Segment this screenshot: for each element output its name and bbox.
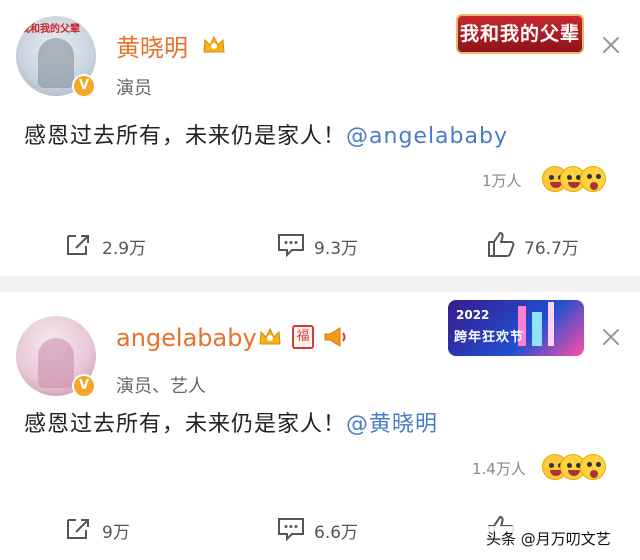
reaction-count[interactable]: 1.4万人 bbox=[472, 458, 526, 479]
thumbs-up-icon bbox=[488, 232, 515, 257]
verified-badge-icon: V bbox=[72, 374, 96, 398]
avatar-photo bbox=[38, 338, 74, 388]
username[interactable]: 黄晓明 bbox=[116, 28, 188, 63]
post-text: 感恩过去所有，未来仍是家人！@angelababy bbox=[24, 118, 508, 150]
avatar-photo bbox=[38, 38, 74, 88]
crown-icon bbox=[259, 327, 281, 345]
mention-link[interactable]: @angelababy bbox=[346, 124, 508, 149]
comment-icon bbox=[278, 234, 304, 258]
user-role: 演员、艺人 bbox=[116, 376, 206, 397]
share-count: 2.9万 bbox=[102, 239, 147, 259]
megaphone-icon bbox=[324, 327, 346, 347]
close-icon[interactable] bbox=[600, 34, 622, 56]
post-text: 感恩过去所有，未来仍是家人！@黄晓明 bbox=[24, 406, 438, 438]
comment-icon bbox=[278, 518, 304, 542]
banner-year: 2022 bbox=[456, 308, 490, 322]
action-bar: 2.9万 9.3万 76.7万 bbox=[0, 224, 640, 264]
weibo-post-2: V angelababy 福 演员、艺人 2022 跨年狂欢节 感恩过去所有，未… bbox=[0, 292, 640, 560]
fu-badge-icon: 福 bbox=[292, 325, 314, 349]
username[interactable]: angelababy bbox=[116, 324, 257, 352]
crown-icon bbox=[203, 35, 225, 53]
comment-count: 9.3万 bbox=[314, 239, 359, 259]
close-icon[interactable] bbox=[600, 326, 622, 348]
share-icon bbox=[67, 235, 89, 255]
reaction-count[interactable]: 1万人 bbox=[482, 170, 522, 191]
post-body: 感恩过去所有，未来仍是家人！ bbox=[24, 412, 347, 437]
like-count: 76.7万 bbox=[524, 239, 579, 259]
mention-link[interactable]: @黄晓明 bbox=[346, 412, 438, 437]
banner-label: 跨年狂欢节 bbox=[454, 330, 525, 345]
avatar-caption: 我和我的父辈 bbox=[20, 24, 80, 35]
surprised-emoji-icon bbox=[580, 454, 606, 480]
weibo-post-1: 我和我的父辈 V 黄晓明 演员 我和我的父辈 感恩过去所有，未来仍是家人！@an… bbox=[0, 0, 640, 276]
share-count: 9万 bbox=[102, 523, 130, 543]
share-icon bbox=[67, 519, 89, 539]
surprised-emoji-icon bbox=[580, 166, 606, 192]
post-body: 感恩过去所有，未来仍是家人！ bbox=[24, 124, 347, 149]
new-year-banner[interactable]: 2022 跨年狂欢节 bbox=[448, 300, 584, 356]
comment-count: 6.6万 bbox=[314, 523, 359, 543]
user-role: 演员 bbox=[116, 78, 152, 99]
watermark: 头条 @月万叨文艺 bbox=[478, 526, 619, 552]
verified-badge-icon: V bbox=[72, 74, 96, 98]
movie-banner[interactable]: 我和我的父辈 bbox=[456, 14, 584, 54]
